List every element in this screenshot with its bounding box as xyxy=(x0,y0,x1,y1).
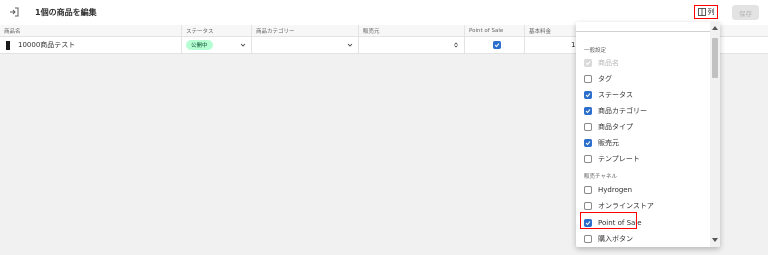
checkbox xyxy=(584,59,592,67)
column-option-status[interactable]: ステータス xyxy=(584,89,633,101)
column-option-buy-button[interactable]: 購入ボタン xyxy=(584,233,633,245)
checkbox[interactable] xyxy=(584,75,592,83)
vendor-cell[interactable] xyxy=(359,37,465,53)
section-channels-label: 販売チャネル xyxy=(584,174,617,180)
page-title: 1個の商品を編集 xyxy=(35,8,97,17)
check-icon xyxy=(585,109,591,114)
section-general-label: 一般設定 xyxy=(584,48,607,54)
option-label: 商品カテゴリー xyxy=(598,107,647,115)
columns-icon xyxy=(697,8,706,16)
dropdown-top-field[interactable] xyxy=(576,22,710,32)
select-arrows-icon xyxy=(454,42,458,48)
save-button[interactable]: 保存 xyxy=(732,5,759,20)
scrollbar-thumb[interactable] xyxy=(712,38,718,78)
status-cell[interactable]: 公開中 xyxy=(182,37,252,53)
status-badge: 公開中 xyxy=(186,40,213,50)
column-option-vendor[interactable]: 販売元 xyxy=(584,137,619,149)
checkbox[interactable] xyxy=(584,155,592,163)
option-label: 購入ボタン xyxy=(598,235,633,243)
checkbox[interactable] xyxy=(584,186,592,194)
option-label: ステータス xyxy=(598,91,633,99)
column-option-hydrogen[interactable]: Hydrogen xyxy=(584,184,632,196)
product-thumbnail xyxy=(6,40,10,50)
checkbox[interactable] xyxy=(584,235,592,243)
checkbox[interactable] xyxy=(584,123,592,131)
product-name: 10000商品テスト xyxy=(18,41,76,49)
option-label: テンプレート xyxy=(598,155,640,163)
check-icon xyxy=(494,43,500,48)
header-product-name: 商品名 xyxy=(0,25,182,36)
option-label: タグ xyxy=(598,75,612,83)
columns-button[interactable]: 列 xyxy=(694,5,718,19)
exit-icon[interactable] xyxy=(9,7,19,17)
scroll-up-icon[interactable] xyxy=(712,25,718,30)
pos-checkbox[interactable] xyxy=(493,41,501,49)
column-option-category[interactable]: 商品カテゴリー xyxy=(584,105,647,117)
option-label: 商品名 xyxy=(598,59,619,67)
scroll-down-icon[interactable] xyxy=(712,238,718,243)
option-label: 販売元 xyxy=(598,139,619,147)
header-category: 商品カテゴリー xyxy=(252,25,359,36)
chevron-down-icon xyxy=(347,43,353,47)
dropdown-scrollbar[interactable] xyxy=(710,22,720,247)
option-label: Hydrogen xyxy=(598,186,633,194)
column-option-tags[interactable]: タグ xyxy=(584,73,612,85)
columns-label: 列 xyxy=(707,8,715,16)
checkbox[interactable] xyxy=(584,107,592,115)
checkbox[interactable] xyxy=(584,91,592,99)
checkbox[interactable] xyxy=(584,202,592,210)
header-vendor: 販売元 xyxy=(359,25,465,36)
check-icon xyxy=(585,93,591,98)
checkbox[interactable] xyxy=(584,139,592,147)
column-option-online-store[interactable]: オンラインストア xyxy=(584,200,654,212)
highlight-box xyxy=(580,212,637,229)
column-option-product-type[interactable]: 商品タイプ xyxy=(584,121,633,133)
category-cell[interactable] xyxy=(252,37,359,53)
product-cell[interactable]: 10000商品テスト xyxy=(0,37,182,53)
option-label: 商品タイプ xyxy=(598,123,633,131)
option-label: オンラインストア xyxy=(598,202,654,210)
header-pos: Point of Sale xyxy=(465,25,525,36)
chevron-down-icon xyxy=(240,43,246,47)
check-icon xyxy=(585,61,591,66)
column-option-template[interactable]: テンプレート xyxy=(584,153,640,165)
pos-cell[interactable] xyxy=(465,37,525,53)
column-option-product-name: 商品名 xyxy=(584,57,619,69)
check-icon xyxy=(585,141,591,146)
header-status: ステータス xyxy=(182,25,252,36)
